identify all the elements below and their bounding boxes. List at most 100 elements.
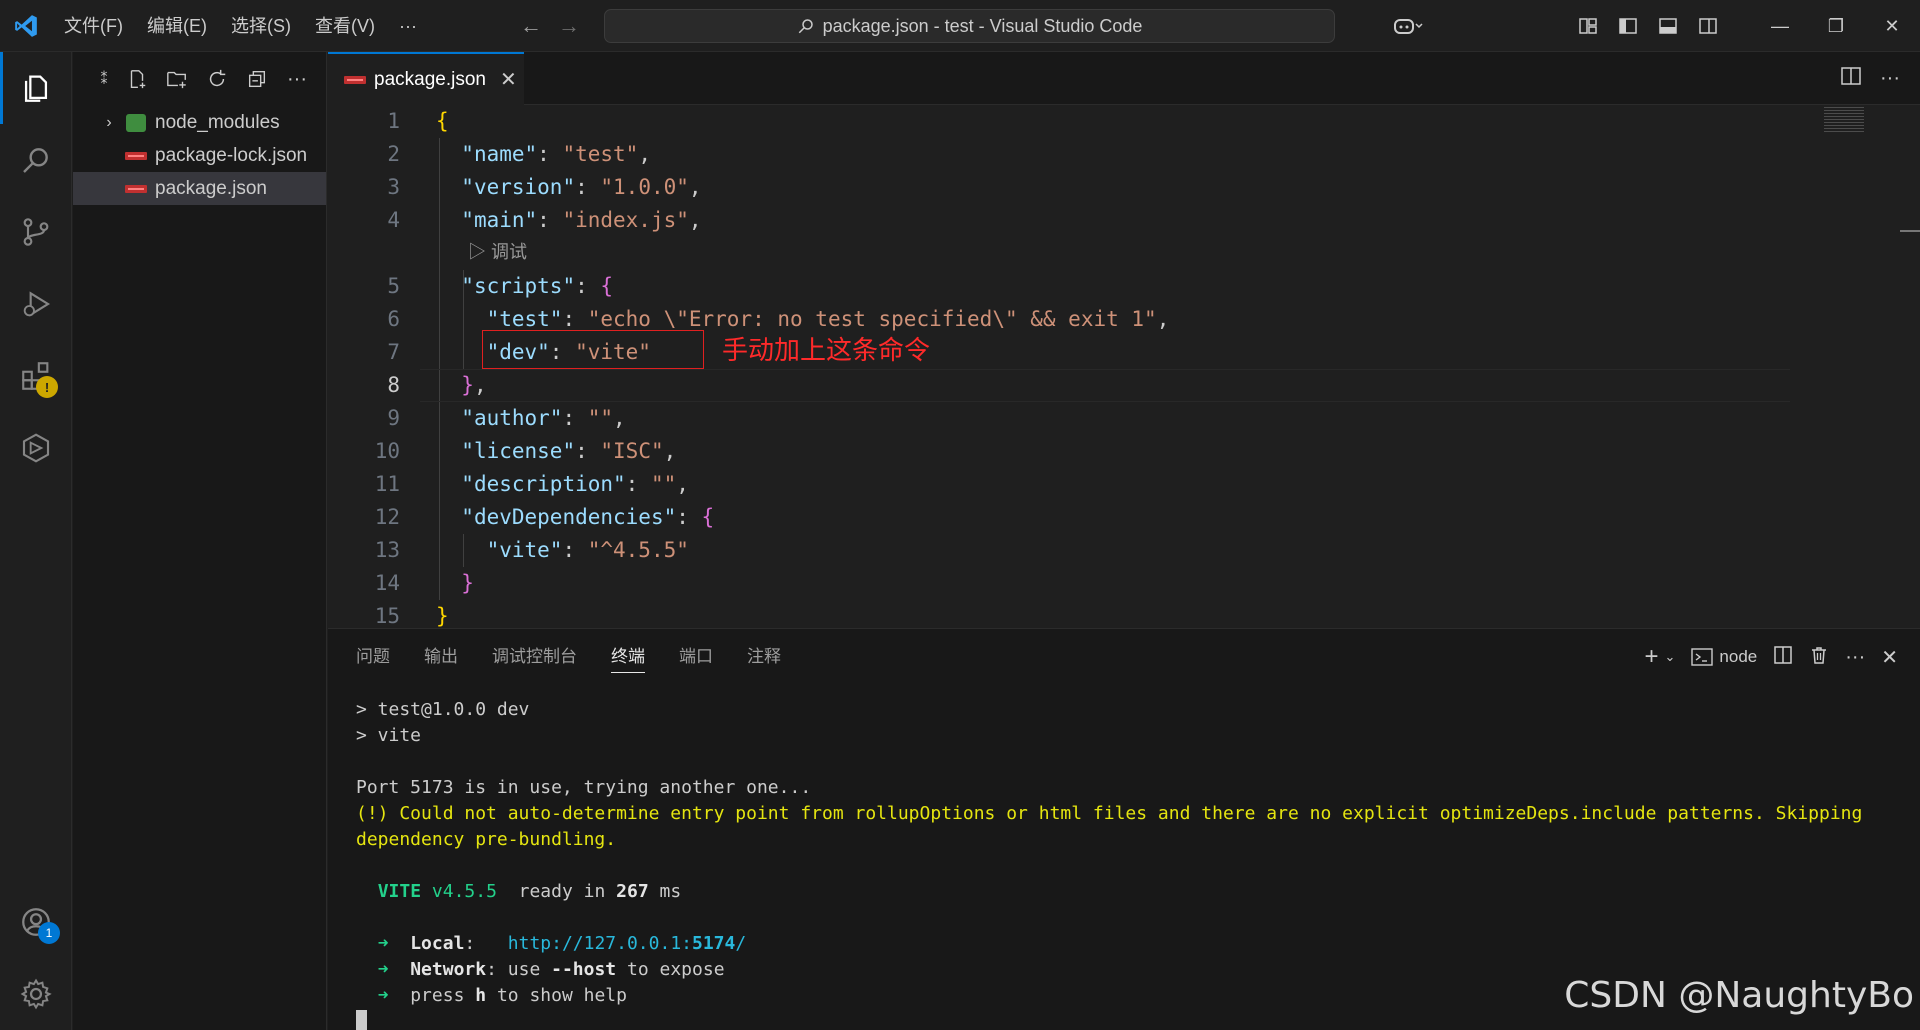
close-panel-icon[interactable]: ✕ [1881, 645, 1898, 670]
close-window-icon[interactable]: ✕ [1864, 0, 1920, 52]
chevron-down-icon[interactable]: ⌄ [1665, 649, 1676, 665]
annotation-label: 手动加上这条命令 [722, 336, 931, 366]
tree-item-node-modules[interactable]: › node_modules [73, 106, 326, 139]
line-number: 12 [374, 505, 400, 529]
tab-ports[interactable]: 端口 [679, 629, 713, 685]
tree-item-label: package.json [155, 177, 267, 199]
code-line: 4 "main": "index.js", [328, 204, 1788, 237]
menu-view[interactable]: 查看(V) [303, 0, 387, 52]
line-number: 8 [387, 373, 400, 397]
node-modules-folder-icon [125, 113, 147, 132]
line-number: 9 [387, 406, 400, 430]
terminal-line: > test@1.0.0 dev [356, 699, 530, 720]
vscode-logo-icon [0, 0, 52, 52]
local-label: Local [410, 933, 465, 954]
code-line: 1{ [328, 105, 1788, 138]
restore-icon[interactable]: ❐ [1808, 0, 1864, 52]
explorer-collapse-icon[interactable]: ⁑ [97, 65, 111, 93]
line-number: 5 [387, 274, 400, 298]
panel-more-icon[interactable]: ··· [1845, 646, 1865, 669]
source-control-icon[interactable] [0, 196, 72, 268]
collapse-folders-icon[interactable] [243, 65, 271, 93]
new-terminal-icon[interactable]: + [1645, 643, 1659, 671]
copilot-icon[interactable] [1378, 0, 1438, 52]
watermark: CSDN @NaughtyBo [1564, 975, 1914, 1016]
trash-icon[interactable] [1809, 645, 1829, 670]
command-center-search[interactable]: package.json - test - Visual Studio Code [604, 9, 1335, 43]
terminal-warning-line: dependency pre-bundling. [356, 829, 617, 850]
play-icon: ▷ [468, 242, 486, 262]
network-text: use [507, 959, 541, 980]
search-title: package.json - test - Visual Studio Code [822, 15, 1143, 36]
shell-label: node [1719, 647, 1758, 666]
tab-terminal[interactable]: 终端 [611, 629, 645, 685]
tree-item-package-lock-json[interactable]: package-lock.json [73, 139, 326, 172]
new-file-icon[interactable] [123, 65, 151, 93]
explorer-sidebar: ⁑ ··· › node_modules package-lock.json p… [73, 52, 327, 1030]
forward-arrow-icon[interactable]: → [558, 13, 580, 39]
customize-layout-icon[interactable] [1568, 0, 1608, 52]
search-icon[interactable] [0, 124, 72, 196]
menu-more[interactable]: ··· [387, 0, 429, 52]
local-port: 5174 [692, 933, 736, 954]
code-line: 5 "scripts": { [328, 270, 1788, 303]
panel-actions: + ⌄ node ··· ✕ [1645, 629, 1899, 685]
navigation-arrows: ← → [520, 0, 580, 52]
code-line: 3 "version": "1.0.0", [328, 171, 1788, 204]
menu-bar: 文件(F) 编辑(E) 选择(S) 查看(V) ··· [52, 0, 429, 52]
tab-comments[interactable]: 注释 [747, 629, 781, 685]
tab-package-json[interactable]: package.json ✕ [328, 52, 524, 105]
terminal-cursor [356, 1010, 367, 1030]
codelens-label: 调试 [491, 242, 528, 262]
tree-item-package-json[interactable]: package.json [73, 172, 326, 205]
tab-problems[interactable]: 问题 [356, 629, 390, 685]
panel-tabs: 问题 输出 调试控制台 终端 端口 注释 [356, 629, 781, 685]
tab-output[interactable]: 输出 [424, 629, 458, 685]
back-arrow-icon[interactable]: ← [520, 13, 542, 39]
remote-explorer-icon[interactable] [0, 412, 72, 484]
code-line: 2 "name": "test", [328, 138, 1788, 171]
explorer-icon[interactable] [0, 52, 72, 124]
more-actions-icon[interactable]: ··· [283, 65, 311, 93]
split-terminal-icon[interactable] [1773, 645, 1793, 670]
local-url[interactable]: http://127.0.0.1:5174/ [508, 933, 746, 954]
bottom-panel: 问题 输出 调试控制台 终端 端口 注释 + ⌄ node ··· ✕ > te… [328, 628, 1920, 1030]
extensions-icon[interactable]: ! [0, 340, 72, 412]
local-url-line: ➜ Local: http://127.0.0.1:5174/ [377, 933, 747, 954]
minimize-icon[interactable]: — [1752, 0, 1808, 52]
code-line: 14 } [328, 567, 1788, 600]
tree-item-label: node_modules [155, 111, 280, 133]
line-number: 6 [387, 307, 400, 331]
terminal-shell-selector[interactable]: node [1691, 647, 1757, 667]
split-editor-icon[interactable] [1840, 66, 1862, 91]
toggle-secondary-sidebar-icon[interactable] [1688, 0, 1728, 52]
help-key: h [475, 985, 487, 1006]
line-number: 7 [387, 340, 400, 364]
ready-text: ready in [518, 881, 606, 902]
new-folder-icon[interactable] [163, 65, 191, 93]
accounts-icon[interactable]: 1 [0, 886, 72, 958]
refresh-icon[interactable] [203, 65, 231, 93]
tab-debug-console[interactable]: 调试控制台 [492, 629, 577, 685]
editor-tab-bar: package.json ✕ ··· [328, 52, 1920, 105]
toggle-panel-icon[interactable] [1648, 0, 1688, 52]
title-bar-actions: — ❐ ✕ [1378, 0, 1920, 52]
menu-file[interactable]: 文件(F) [52, 0, 135, 52]
code-line: 12 "devDependencies": { [328, 501, 1788, 534]
close-tab-icon[interactable]: ✕ [500, 67, 517, 92]
toggle-sidebar-icon[interactable] [1608, 0, 1648, 52]
run-debug-icon[interactable] [0, 268, 72, 340]
editor-actions: ··· [1840, 52, 1900, 105]
code-editor[interactable]: 1{ 2 "name": "test", 3 "version": "1.0.0… [328, 105, 1920, 628]
menu-selection[interactable]: 选择(S) [219, 0, 303, 52]
settings-gear-icon[interactable] [0, 958, 72, 1030]
editor-more-actions-icon[interactable]: ··· [1880, 67, 1900, 90]
debug-codelens[interactable]: ▷ 调试 [468, 238, 527, 264]
minimap [1824, 105, 1920, 628]
code-line: 8 }, [328, 369, 1788, 402]
help-text: press [410, 985, 465, 1006]
code-line: 10 "license": "ISC", [328, 435, 1788, 468]
menu-edit[interactable]: 编辑(E) [135, 0, 219, 52]
code-line: 11 "description": "", [328, 468, 1788, 501]
line-number: 2 [387, 142, 400, 166]
